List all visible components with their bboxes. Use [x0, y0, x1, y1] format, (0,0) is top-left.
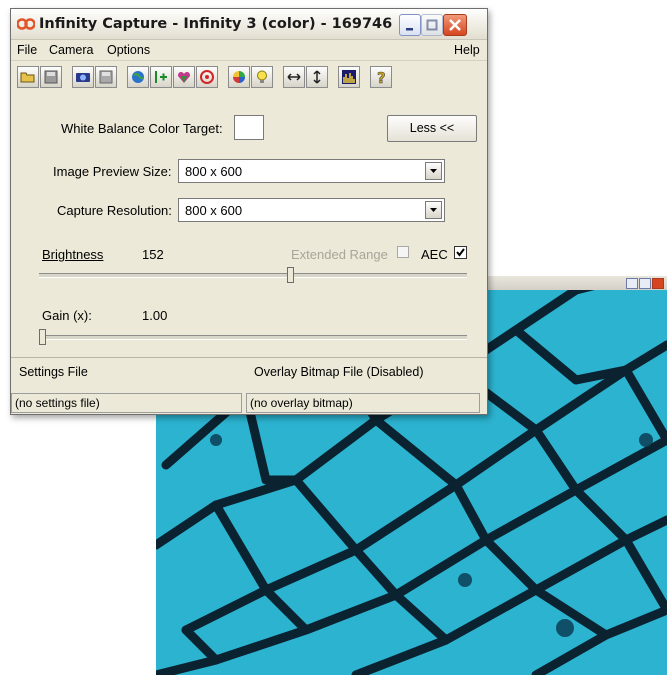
- chevron-down-icon: [430, 169, 437, 173]
- white-balance-color-swatch[interactable]: [234, 115, 264, 140]
- menu-file[interactable]: File: [17, 43, 37, 57]
- divider: [11, 357, 487, 358]
- menu-bar: File Camera Options Help: [11, 40, 487, 61]
- white-balance-label: White Balance Color Target:: [61, 121, 223, 136]
- camera-icon: [76, 73, 90, 82]
- chevron-down-icon: [430, 208, 437, 212]
- capture-resolution-value: 800 x 600: [185, 203, 243, 218]
- histogram-button[interactable]: [338, 66, 360, 88]
- main-window: Infinity Capture - Infinity 3 (color) - …: [10, 8, 488, 415]
- help-icon: ?: [377, 69, 386, 85]
- color-button[interactable]: [173, 66, 195, 88]
- settings-file-label: Settings File: [19, 365, 88, 379]
- color-heart-icon: [178, 72, 190, 83]
- maximize-icon: [426, 19, 438, 31]
- window-title: Infinity Capture - Infinity 3 (color) - …: [39, 16, 393, 32]
- lightbulb-icon: [257, 70, 267, 83]
- aec-label: AEC: [421, 247, 448, 262]
- preview-close-button[interactable]: [652, 278, 664, 289]
- menu-help[interactable]: Help: [454, 43, 480, 57]
- target-icon: [200, 70, 214, 84]
- capture-resolution-select[interactable]: 800 x 600: [178, 198, 445, 222]
- checkmark-icon: [456, 248, 465, 257]
- app-logo-icon: [17, 18, 35, 30]
- close-button[interactable]: [443, 14, 467, 36]
- crosshair-icon: [155, 71, 167, 83]
- aec-checkbox[interactable]: [454, 246, 467, 259]
- horizontal-arrows-icon: [287, 73, 301, 81]
- image-preview-size-value: 800 x 600: [185, 164, 243, 179]
- capture-resolution-label: Capture Resolution:: [57, 203, 172, 218]
- save-image-button[interactable]: [95, 66, 117, 88]
- settings-file-field[interactable]: (no settings file): [11, 393, 242, 413]
- less-button[interactable]: Less <<: [387, 115, 477, 142]
- extended-range-checkbox[interactable]: [397, 246, 409, 258]
- menu-camera[interactable]: Camera: [49, 43, 93, 57]
- image-preview-size-label: Image Preview Size:: [53, 164, 172, 179]
- vertical-arrows-icon: [313, 70, 321, 84]
- svg-text:?: ?: [377, 69, 386, 85]
- lightbulb-button[interactable]: [251, 66, 273, 88]
- capture-button[interactable]: [72, 66, 94, 88]
- globe-icon: [132, 71, 144, 83]
- close-icon: [449, 19, 461, 31]
- help-button[interactable]: ?: [370, 66, 392, 88]
- target-button[interactable]: [196, 66, 218, 88]
- maximize-button[interactable]: [421, 14, 443, 36]
- preview-minimize-button[interactable]: [626, 278, 638, 289]
- preview-maximize-button[interactable]: [639, 278, 651, 289]
- brightness-value: 152: [142, 247, 164, 262]
- dropdown-button[interactable]: [425, 201, 442, 219]
- gain-label: Gain (x):: [42, 308, 92, 323]
- minimize-button[interactable]: [399, 14, 421, 36]
- toolbar: ?: [11, 61, 487, 95]
- save-icon: [44, 70, 58, 84]
- gain-slider-track[interactable]: [39, 335, 467, 340]
- globe-button[interactable]: [127, 66, 149, 88]
- brightness-slider-thumb[interactable]: [287, 267, 295, 283]
- brightness-slider-track[interactable]: [39, 273, 467, 278]
- color-wheel-icon: [233, 71, 245, 83]
- menu-options[interactable]: Options: [107, 43, 150, 57]
- save-button[interactable]: [40, 66, 62, 88]
- open-folder-icon: [20, 72, 35, 83]
- color-wheel-button[interactable]: [228, 66, 250, 88]
- overlay-file-label: Overlay Bitmap File (Disabled): [254, 365, 424, 379]
- horizontal-flip-button[interactable]: [283, 66, 305, 88]
- open-button[interactable]: [17, 66, 39, 88]
- title-bar[interactable]: Infinity Capture - Infinity 3 (color) - …: [11, 9, 487, 40]
- extended-range-label: Extended Range: [291, 247, 388, 262]
- overlay-file-field[interactable]: (no overlay bitmap): [246, 393, 480, 413]
- histogram-icon: [342, 70, 356, 84]
- gain-value: 1.00: [142, 308, 168, 323]
- minimize-icon: [406, 28, 413, 31]
- crosshair-button[interactable]: [150, 66, 172, 88]
- gain-slider-thumb[interactable]: [39, 329, 46, 345]
- image-preview-size-select[interactable]: 800 x 600: [178, 159, 445, 183]
- dropdown-button[interactable]: [425, 162, 442, 180]
- save-disabled-icon: [99, 70, 113, 84]
- vertical-flip-button[interactable]: [306, 66, 328, 88]
- brightness-label: Brightness: [42, 247, 104, 262]
